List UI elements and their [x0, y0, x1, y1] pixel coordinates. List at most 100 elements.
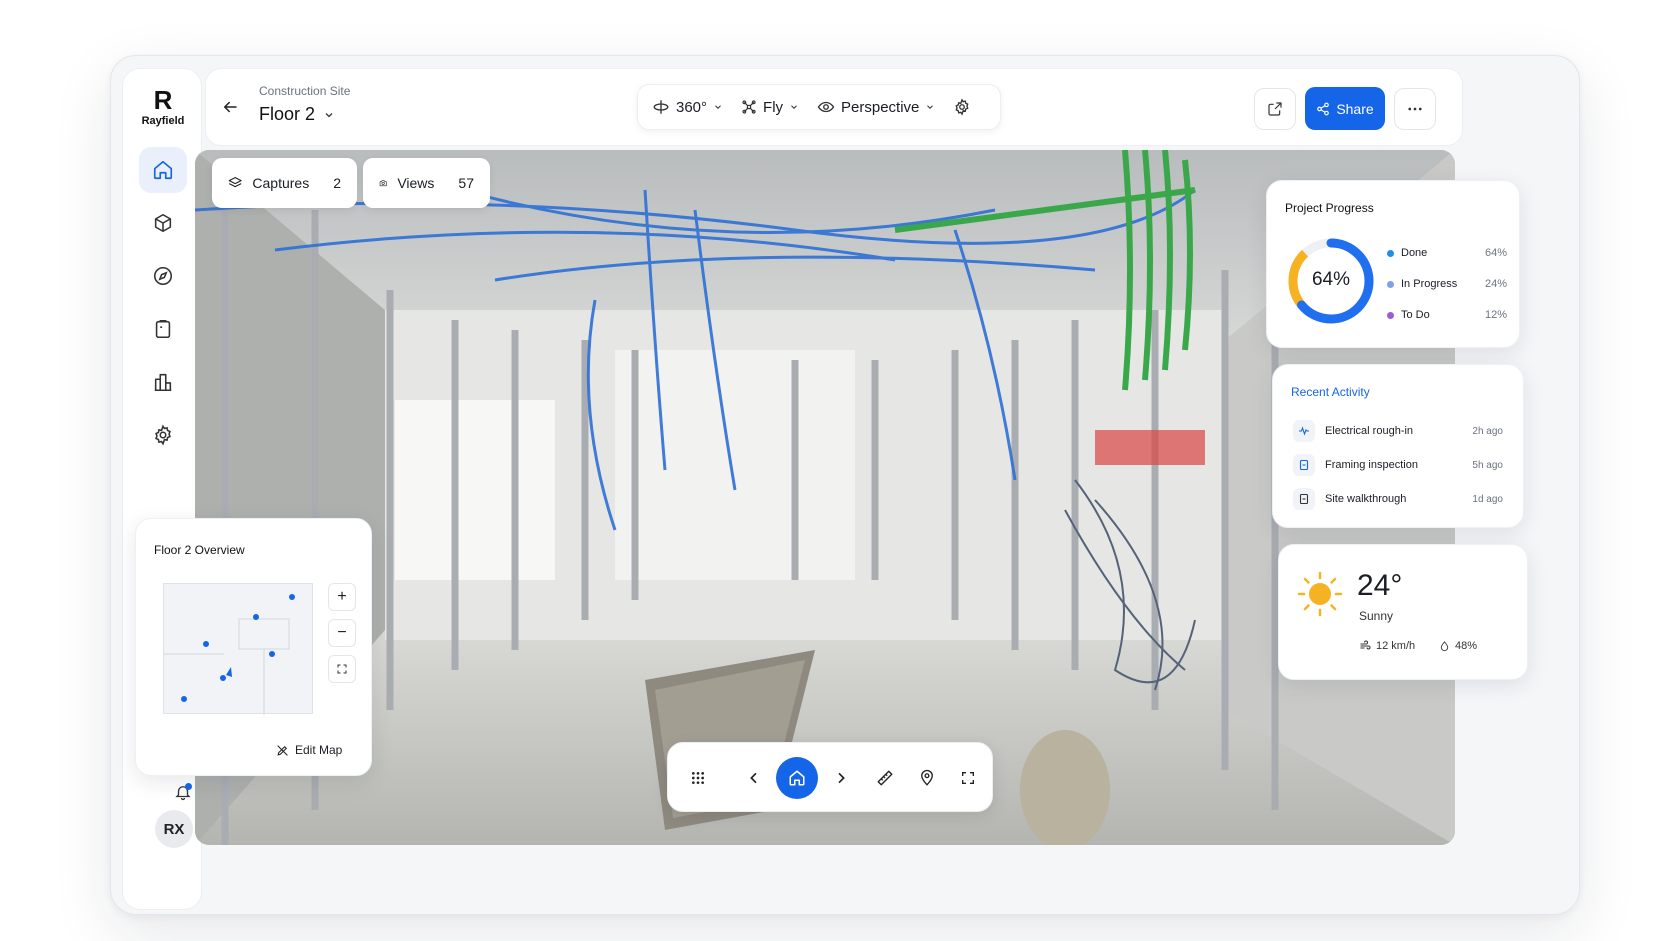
share-button[interactable]: Share [1305, 87, 1385, 130]
camera-dropdown[interactable]: Perspective [817, 98, 935, 116]
progress-percent: 64% [1311, 269, 1351, 290]
card-title: Floor 2 Overview [154, 543, 245, 557]
notifications-button[interactable] [168, 777, 198, 807]
legend-value: 64% [1484, 247, 1507, 259]
avatar[interactable]: RX [155, 810, 193, 848]
activity-label: Framing inspection [1325, 459, 1418, 471]
camera-label: Perspective [841, 98, 920, 116]
cube-icon [154, 213, 172, 233]
grid-dots-icon [692, 772, 704, 784]
captures-count: 2 [333, 175, 341, 191]
activity-label: Site walkthrough [1325, 493, 1407, 505]
recent-activity-card: Recent Activity Electrical rough-in 2h a… [1272, 364, 1524, 528]
chevron-right-icon [838, 772, 845, 784]
previous-button[interactable] [733, 757, 775, 799]
floor-minimap[interactable] [163, 583, 313, 715]
chevron-left-icon [750, 772, 757, 784]
activity-item[interactable]: Framing inspection 5h ago [1293, 453, 1503, 477]
logo[interactable]: R Rayfield [123, 87, 203, 127]
zoom-in-button[interactable]: + [328, 583, 356, 611]
fullscreen-button[interactable] [947, 757, 989, 799]
sun-icon [1297, 571, 1343, 617]
temperature: 24° [1357, 569, 1403, 602]
sidebar-item-analytics[interactable] [139, 359, 187, 405]
navigation-dropdown[interactable]: Fly [741, 99, 799, 116]
sidebar-item-explore[interactable] [139, 253, 187, 299]
sidebar-item-settings[interactable] [139, 412, 187, 458]
back-button[interactable] [215, 92, 245, 122]
share-label: Share [1336, 100, 1374, 117]
project-progress-card: Project Progress 64% Done 64% In Progres… [1266, 180, 1520, 348]
activity-time: 2h ago [1472, 425, 1503, 437]
sidebar-item-models[interactable] [139, 200, 187, 246]
document-icon [1293, 454, 1315, 476]
minimap-plan [164, 594, 295, 715]
droplet-icon [1440, 641, 1449, 651]
legend-label: In Progress [1401, 278, 1458, 290]
humidity-value: 48% [1455, 640, 1478, 652]
more-horizontal-icon [1408, 107, 1422, 111]
logo-text: Rayfield [141, 115, 185, 127]
sidebar-item-home[interactable] [139, 147, 187, 193]
gear-icon [155, 424, 171, 446]
pin-button[interactable] [906, 757, 948, 799]
arrow-left-icon [223, 101, 237, 113]
document-icon [1293, 488, 1315, 510]
export-icon [1268, 102, 1282, 116]
legend-value: 24% [1484, 278, 1507, 290]
sidebar-item-reports[interactable] [139, 306, 187, 352]
wind-value: 12 km/h [1376, 640, 1416, 652]
views-chip[interactable]: Views 57 [363, 158, 490, 208]
captures-chip[interactable]: Captures 2 [212, 158, 357, 208]
activity-label: Electrical rough-in [1325, 425, 1414, 437]
logo-mark: R [153, 85, 173, 115]
legend-label: To Do [1401, 309, 1430, 321]
activity-item[interactable]: Site walkthrough 1d ago [1293, 487, 1503, 511]
layers-icon [228, 177, 242, 188]
card-title: Recent Activity [1291, 385, 1370, 399]
card-title: Project Progress [1285, 201, 1374, 215]
legend-value: 12% [1484, 309, 1507, 321]
legend-label: Done [1401, 247, 1428, 259]
edit-map-button[interactable]: Edit Map [266, 737, 358, 763]
activity-time: 1d ago [1472, 493, 1503, 505]
fullscreen-icon [962, 772, 974, 784]
measure-button[interactable] [864, 757, 906, 799]
legend-dot [1387, 311, 1394, 319]
chevron-down-icon [927, 105, 934, 109]
floor-selector[interactable]: Floor 2 [259, 104, 335, 125]
fit-map-button[interactable] [328, 655, 356, 683]
drone-icon [742, 100, 756, 114]
bar-chart-icon [154, 373, 172, 392]
home-icon [153, 160, 173, 180]
grid-menu-button[interactable] [677, 757, 719, 799]
view-mode-dropdown[interactable]: 360° [652, 98, 723, 116]
bottom-nav-bar [667, 742, 993, 812]
edit-map-label: Edit Map [295, 743, 343, 757]
more-options-button[interactable] [1394, 88, 1436, 130]
next-button[interactable] [820, 757, 862, 799]
zoom-out-button[interactable]: − [328, 619, 356, 647]
notification-dot [185, 783, 192, 790]
views-label: Views [397, 175, 435, 191]
home-icon [789, 770, 805, 786]
legend-dot [1387, 249, 1394, 257]
chevron-down-icon [791, 105, 797, 109]
chevron-down-icon [325, 112, 333, 117]
gear-icon [955, 98, 969, 116]
map-pin-icon [921, 769, 933, 786]
breadcrumb[interactable]: Construction Site [259, 84, 350, 98]
clipboard-icon [155, 319, 171, 339]
activity-item[interactable]: Electrical rough-in 2h ago [1293, 419, 1503, 443]
share-icon [1317, 102, 1330, 115]
home-view-button[interactable] [776, 757, 818, 799]
rotate-360-icon [653, 100, 669, 114]
chevron-down-icon [715, 105, 721, 109]
legend-dot [1387, 280, 1394, 288]
expand-icon [337, 664, 347, 674]
view-settings-button[interactable] [953, 98, 971, 116]
weather-condition: Sunny [1359, 609, 1394, 623]
pulse-icon [1293, 420, 1315, 442]
export-button[interactable] [1254, 88, 1296, 130]
legend-item-in-progress: In Progress 24% [1387, 278, 1507, 290]
